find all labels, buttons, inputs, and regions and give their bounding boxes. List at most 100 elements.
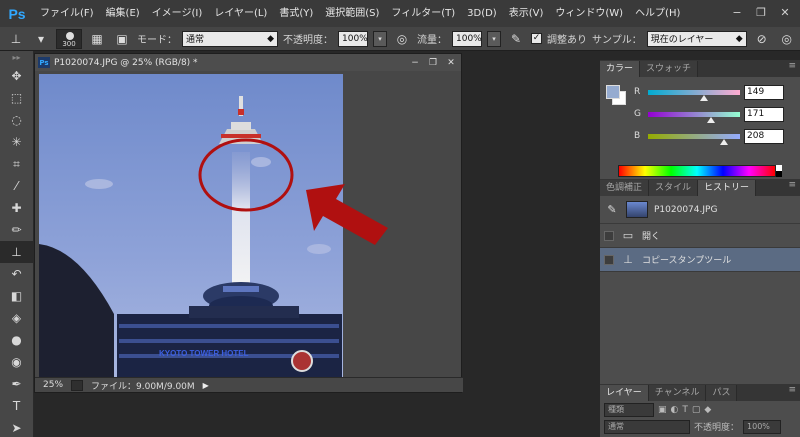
history-brush-tool-icon[interactable]: ↶ (0, 263, 33, 285)
panel-menu-icon[interactable]: ≡ (788, 61, 796, 71)
chevron-down-icon[interactable]: ▾ (31, 30, 51, 48)
brush-preset-picker[interactable]: 300 (56, 28, 82, 49)
menu-type[interactable]: 書式(Y) (273, 0, 319, 27)
pen-tool-icon[interactable]: ✒ (0, 373, 33, 395)
b-slider[interactable] (648, 133, 740, 145)
b-value-field[interactable]: 208 (744, 128, 784, 144)
tab-styles[interactable]: スタイル (649, 180, 699, 196)
opacity-slider-toggle[interactable]: ▾ (373, 30, 387, 47)
history-item[interactable]: ▭ 開く (600, 224, 800, 248)
menu-window[interactable]: ウィンドウ(W) (549, 0, 629, 27)
doc-minimize-button[interactable]: − (407, 56, 423, 69)
document-canvas[interactable]: KYOTO TOWER HOTEL (39, 74, 343, 378)
opacity-field[interactable]: 100% (338, 30, 368, 47)
history-source-checkbox[interactable] (604, 230, 614, 241)
history-brush-source-icon[interactable]: ✎ (604, 203, 620, 216)
g-value-field[interactable]: 171 (744, 106, 784, 122)
type-tool-icon[interactable]: T (0, 395, 33, 417)
menu-filter[interactable]: フィルター(T) (385, 0, 461, 27)
quick-select-tool-icon[interactable]: ✳ (0, 131, 33, 153)
history-panel: ✎ P1020074.JPG ▭ 開く ⊥ コピースタンプツール ▤ ◙ ▥ (600, 196, 800, 406)
menu-layer[interactable]: レイヤー(L) (208, 0, 273, 27)
marquee-tool-icon[interactable]: ⬚ (0, 87, 33, 109)
filter-pixel-icon[interactable]: ▣ (658, 405, 667, 415)
clone-stamp-tool-icon[interactable]: ⊥ (6, 30, 26, 48)
tab-adjustments[interactable]: 色調補正 (600, 180, 650, 196)
g-slider[interactable] (648, 111, 740, 123)
menu-edit[interactable]: 編集(E) (100, 0, 146, 27)
menu-image[interactable]: イメージ(I) (146, 0, 209, 27)
brush-tool-icon[interactable]: ✏ (0, 219, 33, 241)
history-item-selected[interactable]: ⊥ コピースタンプツール (600, 248, 800, 272)
blend-mode-dropdown[interactable]: 通常 (604, 419, 690, 434)
pressure-opacity-icon[interactable]: ◎ (392, 30, 412, 48)
ps-badge-icon: Ps (38, 57, 50, 68)
history-source-checkbox[interactable] (604, 254, 614, 265)
tab-history[interactable]: ヒストリー (698, 180, 757, 196)
r-slider[interactable] (648, 89, 740, 101)
lasso-tool-icon[interactable]: ◌ (0, 109, 33, 131)
zoom-level[interactable]: 25% (43, 380, 63, 390)
sample-value: 現在のレイヤー (650, 35, 714, 45)
dodge-tool-icon[interactable]: ◉ (0, 351, 33, 373)
ignore-adjustment-icon[interactable]: ⊘ (752, 30, 772, 48)
filter-adjust-icon[interactable]: ◐ (671, 405, 679, 415)
menu-3d[interactable]: 3D(D) (461, 0, 503, 27)
menu-select[interactable]: 選択範囲(S) (319, 0, 385, 27)
eraser-tool-icon[interactable]: ◧ (0, 285, 33, 307)
r-slider-thumb[interactable] (700, 94, 708, 101)
filter-type-icon[interactable]: T (682, 405, 688, 415)
path-select-tool-icon[interactable]: ➤ (0, 417, 33, 437)
clone-stamp-tool-icon[interactable]: ⊥ (0, 241, 33, 263)
layer-kind-dropdown[interactable]: 種類 (604, 402, 654, 417)
healing-brush-tool-icon[interactable]: ✚ (0, 197, 33, 219)
eyedropper-tool-icon[interactable]: ⁄ (0, 175, 33, 197)
menu-view[interactable]: 表示(V) (503, 0, 550, 27)
photo-kyoto-tower: KYOTO TOWER HOTEL (39, 74, 343, 378)
paint-bucket-tool-icon[interactable]: ◈ (0, 307, 33, 329)
color-panel: R 149 G 171 B 208 (600, 77, 800, 179)
status-menu-arrow-icon[interactable]: ▶ (203, 381, 209, 390)
restore-button[interactable]: ❐ (750, 3, 772, 21)
blur-tool-icon[interactable]: ● (0, 329, 33, 351)
tab-swatches[interactable]: スウォッチ (640, 61, 699, 77)
color-spectrum[interactable] (618, 165, 776, 177)
r-value-field[interactable]: 149 (744, 84, 784, 100)
tab-channels[interactable]: チャンネル (648, 385, 707, 401)
tab-paths[interactable]: パス (706, 385, 738, 401)
flow-field[interactable]: 100% (452, 30, 482, 47)
doc-restore-button[interactable]: ❐ (425, 56, 441, 69)
filter-smart-icon[interactable]: ◆ (704, 405, 711, 415)
opacity-value: 100% (342, 33, 368, 44)
panel-grip[interactable]: ▸▸ (0, 51, 33, 65)
tab-color[interactable]: カラー (600, 61, 641, 77)
menu-file[interactable]: ファイル(F) (34, 0, 100, 27)
crop-tool-icon[interactable]: ⌗ (0, 153, 33, 175)
history-panel-tabs: 色調補正 スタイル ヒストリー ≡ (600, 179, 800, 196)
filter-shape-icon[interactable]: ▢ (692, 405, 701, 415)
menu-help[interactable]: ヘルプ(H) (629, 0, 686, 27)
flow-slider-toggle[interactable]: ▾ (487, 30, 501, 47)
color-panel-tabs: カラー スウォッチ ≡ (600, 60, 800, 77)
tab-layers[interactable]: レイヤー (600, 385, 649, 401)
panel-menu-icon[interactable]: ≡ (788, 180, 796, 190)
g-slider-thumb[interactable] (707, 116, 715, 123)
move-tool-icon[interactable]: ✥ (0, 65, 33, 87)
airbrush-icon[interactable]: ✎ (506, 30, 526, 48)
foreground-color-swatch[interactable] (606, 85, 620, 99)
document-tab[interactable]: Ps P1020074.JPG @ 25% (RGB/8) * − ❐ ✕ (35, 54, 461, 71)
panel-menu-icon[interactable]: ≡ (788, 385, 796, 395)
aligned-checkbox[interactable]: ✓ (531, 33, 542, 44)
doc-close-button[interactable]: ✕ (443, 56, 459, 69)
brush-panel-icon[interactable]: ▦ (87, 30, 107, 48)
minimize-button[interactable]: − (726, 3, 748, 21)
close-button[interactable]: ✕ (774, 3, 796, 21)
layer-opacity-field[interactable]: 100% (743, 419, 782, 434)
mode-dropdown[interactable]: 通常 ◆ (182, 30, 278, 47)
black-white-ramp[interactable] (776, 165, 782, 177)
sample-dropdown[interactable]: 現在のレイヤー ◆ (646, 30, 747, 47)
b-slider-thumb[interactable] (720, 138, 728, 145)
history-snapshot[interactable]: ✎ P1020074.JPG (600, 196, 800, 224)
pressure-size-icon[interactable]: ◎ (777, 30, 797, 48)
clone-source-icon[interactable]: ▣ (112, 30, 132, 48)
